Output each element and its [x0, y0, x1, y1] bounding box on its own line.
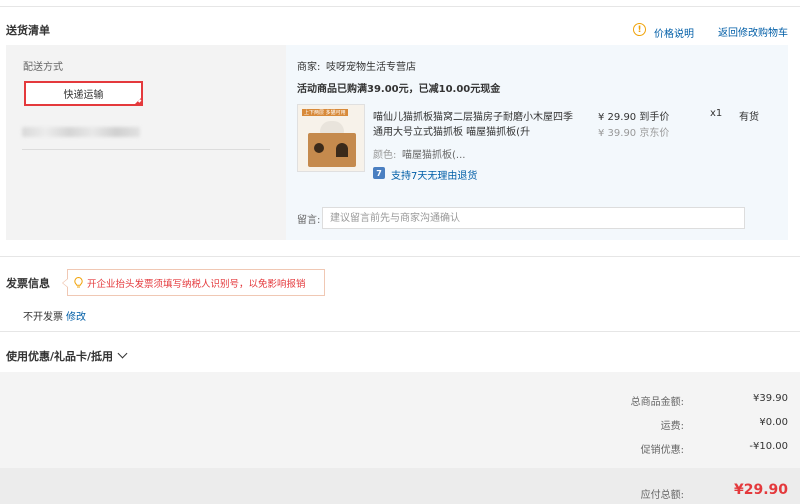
price-note-link[interactable]: 价格说明 [654, 25, 694, 40]
product-qty: x1 [710, 108, 723, 119]
express-delivery-label: 快递运输 [63, 90, 104, 101]
product-thumbnail[interactable]: 上下两层 多猫可用 [297, 104, 365, 172]
invoice-tip: 开企业抬头发票须填写纳税人识别号，以免影响报销 [62, 269, 325, 296]
back-to-cart-link[interactable]: 返回修改购物车 [718, 24, 788, 39]
tip-arrow [62, 278, 68, 288]
coupon-title: 使用优惠/礼品卡/抵用 [6, 350, 114, 363]
color-label: 颜色: [373, 150, 397, 161]
goods-total-value: ¥39.90 [753, 393, 788, 404]
discount-value: -¥10.00 [749, 441, 788, 452]
invoice-tip-text: 开企业抬头发票须填写纳税人识别号，以免影响报销 [87, 278, 306, 290]
return-policy-icon: 7 [373, 167, 385, 179]
invoice-status: 不开发票 [23, 312, 63, 323]
coupon-toggle[interactable]: 使用优惠/礼品卡/抵用 [6, 348, 128, 364]
shipping-divider [22, 149, 270, 150]
redacted-address [22, 127, 140, 137]
payable-total-label: 应付总额: [640, 490, 684, 501]
shipping-method-label: 配送方式 [23, 62, 63, 73]
invoice-divider [0, 256, 800, 257]
payable-total-value: ¥29.90 [733, 482, 788, 498]
promo-text: 活动商品已购满39.00元，已减10.00元现金 [297, 84, 501, 95]
info-icon: ! [633, 23, 646, 36]
cat-house-image [308, 133, 356, 167]
product-old-price: ¥ 39.90 京东价 [598, 128, 670, 139]
express-delivery-button[interactable]: 快递运输 [24, 81, 143, 106]
goods-total-label: 总商品金额: [630, 397, 684, 408]
discount-label: 促销优惠: [640, 445, 684, 456]
invoice-edit-link[interactable]: 修改 [66, 308, 86, 323]
product-name-line1[interactable]: 喵仙儿猫抓板猫窝二层猫房子耐磨小木屋四季 [373, 108, 573, 123]
product-name-line2[interactable]: 通用大号立式猫抓板 喵屋猫抓板(升 [373, 123, 530, 138]
return-policy-link[interactable]: 支持7天无理由退货 [391, 167, 477, 182]
color-value: 喵屋猫抓板(... [402, 150, 466, 161]
note-input[interactable] [322, 207, 745, 229]
delivery-list-title: 送货清单 [6, 24, 50, 37]
thumb-ribbon: 上下两层 多猫可用 [302, 109, 348, 116]
selected-check-icon [134, 97, 142, 105]
invoice-title: 发票信息 [6, 277, 50, 290]
shipping-fee-label: 运费: [660, 421, 684, 432]
product-price: ¥ 29.90 到手价 [598, 112, 670, 123]
stock-status: 有货 [739, 112, 759, 123]
top-divider [0, 6, 800, 7]
shop-name-link[interactable]: 吱呀宠物生活专营店 [326, 58, 416, 73]
shipping-fee-value: ¥0.00 [759, 417, 788, 428]
chevron-down-icon [117, 348, 128, 359]
shipping-panel [6, 45, 286, 240]
lightbulb-icon [74, 277, 83, 288]
note-label: 留言: [297, 215, 321, 226]
shop-label: 商家: [297, 62, 321, 73]
coupon-divider [0, 331, 800, 332]
